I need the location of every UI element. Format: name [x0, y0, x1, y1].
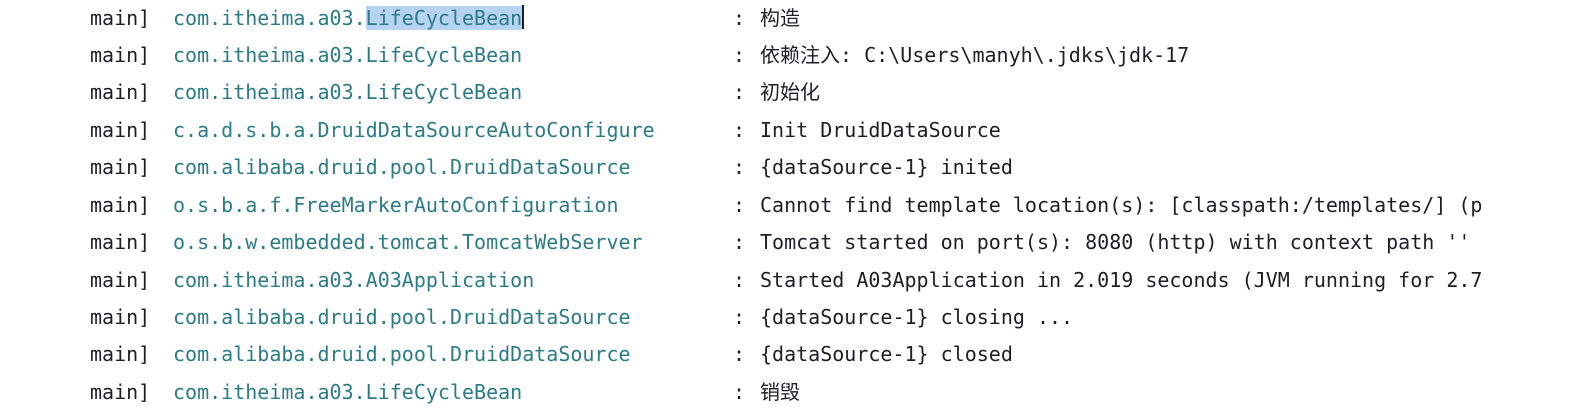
log-line[interactable]: main] com.itheima.a03.LifeCycleBean : 构造	[0, 0, 800, 37]
log-separator: :	[733, 6, 746, 30]
log-separator: :	[733, 305, 746, 329]
log-message: Init DruidDataSource	[760, 118, 1001, 142]
console-output[interactable]: main] com.itheima.a03.LifeCycleBean : 构造…	[0, 0, 1570, 418]
log-line[interactable]: main] com.itheima.a03.A03Application : S…	[0, 262, 1482, 299]
log-message: {dataSource-1} closed	[760, 342, 1013, 366]
log-logger[interactable]: com.itheima.a03.LifeCycleBean	[173, 37, 522, 74]
log-separator: :	[733, 193, 746, 217]
log-line[interactable]: main] c.a.d.s.b.a.DruidDataSourceAutoCon…	[0, 112, 1001, 149]
log-line[interactable]: main] com.alibaba.druid.pool.DruidDataSo…	[0, 299, 1073, 336]
log-separator: :	[733, 380, 746, 404]
log-logger[interactable]: com.alibaba.druid.pool.DruidDataSource	[173, 299, 631, 336]
log-message: 销毁	[760, 380, 800, 404]
log-thread: main]	[90, 305, 151, 329]
log-message: {dataSource-1} closing ...	[760, 305, 1074, 329]
log-logger[interactable]: com.alibaba.druid.pool.DruidDataSource	[173, 336, 631, 373]
log-separator: :	[733, 342, 746, 366]
log-message: 依赖注入: C:\Users\manyh\.jdks\jdk-17	[760, 43, 1190, 67]
selected-text[interactable]: LifeCycleBean	[365, 6, 523, 30]
log-thread: main]	[90, 80, 151, 104]
log-logger[interactable]: o.s.b.a.f.FreeMarkerAutoConfiguration	[173, 187, 619, 224]
log-line[interactable]: main] o.s.b.a.f.FreeMarkerAutoConfigurat…	[0, 187, 1482, 224]
log-message: Started A03Application in 2.019 seconds …	[760, 268, 1483, 292]
log-line[interactable]: main] o.s.b.w.embedded.tomcat.TomcatWebS…	[0, 224, 1470, 261]
log-line[interactable]: main] com.itheima.a03.LifeCycleBean : 销毁	[0, 374, 800, 411]
log-logger[interactable]: com.alibaba.druid.pool.DruidDataSource	[173, 149, 631, 186]
log-separator: :	[733, 80, 746, 104]
log-thread: main]	[90, 118, 151, 142]
log-logger[interactable]: c.a.d.s.b.a.DruidDataSourceAutoConfigure	[173, 112, 655, 149]
log-line[interactable]: main] com.itheima.a03.LifeCycleBean : 初始…	[0, 74, 820, 111]
text-caret	[522, 5, 525, 29]
log-separator: :	[733, 268, 746, 292]
log-separator: :	[733, 230, 746, 254]
log-thread: main]	[90, 342, 151, 366]
log-line[interactable]: main] com.alibaba.druid.pool.DruidDataSo…	[0, 336, 1013, 373]
log-separator: :	[733, 155, 746, 179]
log-message: 构造	[760, 6, 800, 30]
log-logger[interactable]: com.itheima.a03.A03Application	[173, 262, 534, 299]
log-logger[interactable]: com.itheima.a03.LifeCycleBean	[173, 0, 525, 37]
log-thread: main]	[90, 380, 151, 404]
log-logger[interactable]: o.s.b.w.embedded.tomcat.TomcatWebServer	[173, 224, 643, 261]
log-thread: main]	[90, 6, 151, 30]
log-message: 初始化	[760, 80, 820, 104]
log-line[interactable]: main] com.itheima.a03.LifeCycleBean : 依赖…	[0, 37, 1189, 74]
log-separator: :	[733, 43, 746, 67]
log-separator: :	[733, 118, 746, 142]
log-message: Cannot find template location(s): [class…	[760, 193, 1483, 217]
log-thread: main]	[90, 230, 151, 254]
log-thread: main]	[90, 193, 151, 217]
log-thread: main]	[90, 155, 151, 179]
logger-prefix: com.itheima.a03.	[173, 6, 366, 30]
log-logger[interactable]: com.itheima.a03.LifeCycleBean	[173, 374, 522, 411]
log-line[interactable]: main] com.alibaba.druid.pool.DruidDataSo…	[0, 149, 1013, 186]
log-thread: main]	[90, 43, 151, 67]
log-logger[interactable]: com.itheima.a03.LifeCycleBean	[173, 74, 522, 111]
log-message: {dataSource-1} inited	[760, 155, 1013, 179]
log-thread: main]	[90, 268, 151, 292]
log-message: Tomcat started on port(s): 8080 (http) w…	[760, 230, 1471, 254]
